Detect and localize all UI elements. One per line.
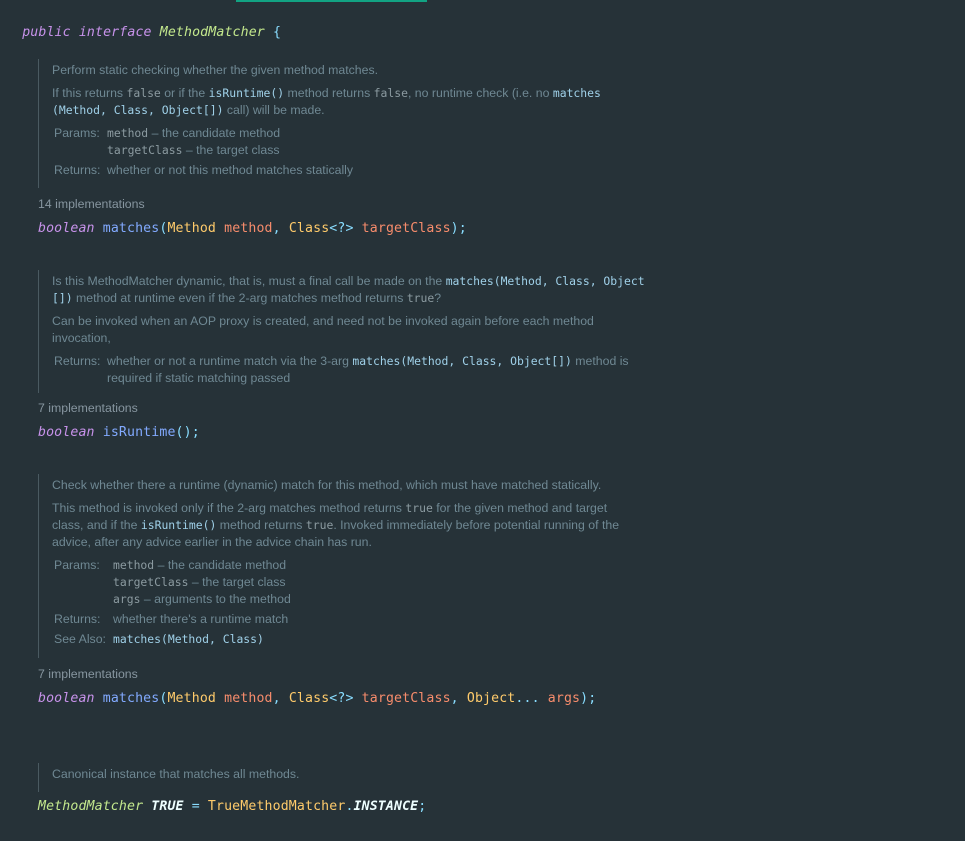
doc-summary: Canonical instance that matches all meth… (52, 767, 300, 781)
method-name[interactable]: isRuntime (103, 425, 176, 440)
param-targetClass: targetClass – the target class (113, 575, 286, 589)
returns-label: Returns: (54, 354, 101, 368)
method-name[interactable]: matches (103, 691, 160, 706)
returns-desc-cont: required if static matching passed (107, 371, 291, 385)
doc-summary: Is this MethodMatcher dynamic, that is, … (52, 274, 645, 305)
params-section: Params: method – the candidate method ta… (54, 557, 692, 608)
javadoc-matches-static: Perform static checking whether the give… (38, 59, 662, 188)
method-signature-matches: boolean matches(Method method, Class<?> … (38, 221, 467, 236)
return-type: boolean (38, 425, 95, 440)
field-owner-class[interactable]: TrueMethodMatcher (208, 799, 346, 814)
returns-label: Returns: (54, 612, 101, 626)
doc-detail: This method is invoked only if the 2-arg… (52, 501, 620, 549)
public-keyword: public (22, 25, 71, 40)
params-label: Params: (54, 558, 100, 572)
returns-section: Returns: whether or not a runtime match … (54, 353, 692, 387)
params-section: Params: method – the candidate method ta… (54, 125, 662, 159)
returns-desc: whether there's a runtime match (113, 612, 289, 626)
field-type[interactable]: MethodMatcher (38, 799, 143, 814)
interface-name[interactable]: MethodMatcher (160, 25, 265, 40)
method-signature-matches-args: boolean matches(Method method, Class<?> … (38, 691, 597, 706)
matches-signature-link[interactable]: (Method, Class, Object[]) (52, 103, 223, 117)
matches-link[interactable]: matches(Method, Class, Object (446, 274, 645, 288)
javadoc-matches-runtime: Check whether there a runtime (dynamic) … (38, 474, 692, 658)
field-declaration-TRUE: MethodMatcher TRUE = TrueMethodMatcher.I… (38, 799, 427, 814)
isRuntime-link[interactable]: isRuntime() (141, 518, 216, 532)
param-targetClass: targetClass – the target class (107, 143, 280, 157)
returns-desc: whether or not a runtime match via the 3… (107, 354, 629, 368)
returns-desc: whether or not this method matches stati… (107, 163, 354, 177)
return-type: boolean (38, 221, 95, 236)
matches-link[interactable]: matches (553, 86, 601, 100)
interface-keyword: interface (78, 25, 152, 40)
returns-label: Returns: (54, 163, 101, 177)
params-label: Params: (54, 126, 100, 140)
matches-link-cont[interactable]: []) (52, 291, 73, 305)
field-member[interactable]: INSTANCE (354, 799, 419, 814)
returns-section: Returns: whether or not this method matc… (54, 162, 662, 179)
return-type: boolean (38, 691, 95, 706)
interface-declaration: public interface MethodMatcher { (6, 10, 281, 40)
implementations-link[interactable]: 7 implementations (38, 401, 138, 415)
implementations-link[interactable]: 14 implementations (38, 197, 145, 211)
open-brace: { (273, 25, 282, 40)
param-args: args – arguments to the method (113, 592, 291, 606)
field-name[interactable]: TRUE (151, 799, 183, 814)
see-also-link[interactable]: matches(Method, Class) (113, 632, 264, 646)
returns-section: Returns: whether there's a runtime match (54, 611, 692, 628)
see-also-section: See Also: matches(Method, Class) (54, 631, 692, 648)
doc-summary: Check whether there a runtime (dynamic) … (52, 478, 602, 492)
javadoc-TRUE: Canonical instance that matches all meth… (38, 763, 692, 792)
doc-detail: Can be invoked when an AOP proxy is crea… (52, 314, 594, 345)
javadoc-isRuntime: Is this MethodMatcher dynamic, that is, … (38, 270, 692, 393)
param-method: method – the candidate method (113, 558, 287, 572)
active-tab-indicator (236, 0, 427, 2)
param-method: method – the candidate method (107, 126, 281, 140)
method-name[interactable]: matches (103, 221, 160, 236)
see-also-label: See Also: (54, 632, 106, 646)
doc-detail: If this returns false or if the isRuntim… (52, 86, 601, 117)
isRuntime-link[interactable]: isRuntime() (209, 86, 284, 100)
doc-summary: Perform static checking whether the give… (52, 63, 379, 77)
implementations-link[interactable]: 7 implementations (38, 667, 138, 681)
method-signature-isRuntime: boolean isRuntime(); (38, 425, 200, 440)
matches-3arg-link[interactable]: matches(Method, Class, Object[]) (352, 354, 571, 368)
